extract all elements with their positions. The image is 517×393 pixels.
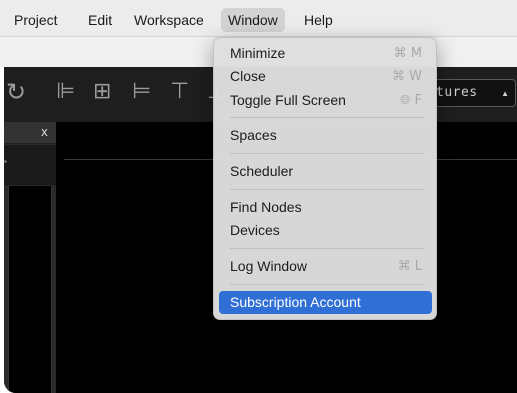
menu-window[interactable]: Window [221, 8, 285, 32]
menu-edit[interactable]: Edit [81, 8, 119, 32]
left-panel: x ▪ [4, 122, 56, 393]
close-icon[interactable]: x [41, 125, 48, 139]
menu-help[interactable]: Help [297, 8, 340, 32]
menu-item-find-nodes[interactable]: Find Nodes [219, 196, 432, 219]
menu-item-scheduler[interactable]: Scheduler [219, 160, 432, 183]
panel-row[interactable]: ▪ [4, 145, 56, 185]
menu-item-subscription-account[interactable]: Subscription Account [219, 291, 432, 314]
panel-row-indicator: ▪ [4, 157, 7, 166]
window-menu-dropdown: Minimize ⌘ M Close ⌘ W Toggle Full Scree… [213, 37, 437, 320]
chevron-down-icon: ▲ [501, 89, 509, 98]
menu-item-label: Scheduler [230, 163, 294, 179]
align-top-icon[interactable]: ⊤ [170, 79, 189, 105]
features-select[interactable]: tures ▲ [424, 79, 516, 107]
menu-item-spaces[interactable]: Spaces [219, 124, 432, 147]
menu-item-shortcut: ⌘ W [392, 69, 422, 84]
menu-item-close[interactable]: Close ⌘ W [219, 65, 432, 88]
menu-item-minimize[interactable]: Minimize ⌘ M [219, 42, 432, 65]
menu-item-shortcut: 🌐︎ F [399, 93, 422, 108]
panel-header: x [4, 122, 56, 144]
menu-separator [230, 284, 424, 285]
menu-item-log-window[interactable]: Log Window ⌘ L [219, 255, 432, 278]
menu-item-label: Devices [230, 222, 280, 238]
menu-item-label: Close [230, 68, 266, 84]
menu-separator [230, 248, 424, 249]
menu-bar: Project Edit Workspace Window Help [0, 0, 517, 37]
menu-item-toggle-full-screen[interactable]: Toggle Full Screen 🌐︎ F [219, 89, 432, 112]
menu-item-shortcut: ⌘ M [393, 46, 422, 61]
menu-item-label: Spaces [230, 127, 277, 143]
align-left-icon[interactable]: ⊫ [56, 79, 75, 105]
menu-separator [230, 117, 424, 118]
menu-project[interactable]: Project [7, 8, 65, 32]
menu-item-label: Toggle Full Screen [230, 92, 346, 108]
menu-item-label: Find Nodes [230, 199, 302, 215]
menu-item-label: Subscription Account [230, 294, 361, 310]
panel-content [8, 186, 52, 393]
menu-separator [230, 189, 424, 190]
menu-item-label: Minimize [230, 45, 286, 61]
menu-workspace[interactable]: Workspace [127, 8, 211, 32]
menu-item-devices[interactable]: Devices [219, 219, 432, 242]
align-center-icon[interactable]: ⊞ [93, 79, 111, 105]
menu-separator [230, 153, 424, 154]
features-select-value: tures [436, 85, 478, 100]
menu-item-shortcut: ⌘ L [397, 259, 422, 274]
menu-item-label: Log Window [230, 258, 308, 274]
align-right-icon[interactable]: ⊨ [132, 79, 151, 105]
refresh-icon[interactable]: ↻ [6, 79, 26, 105]
